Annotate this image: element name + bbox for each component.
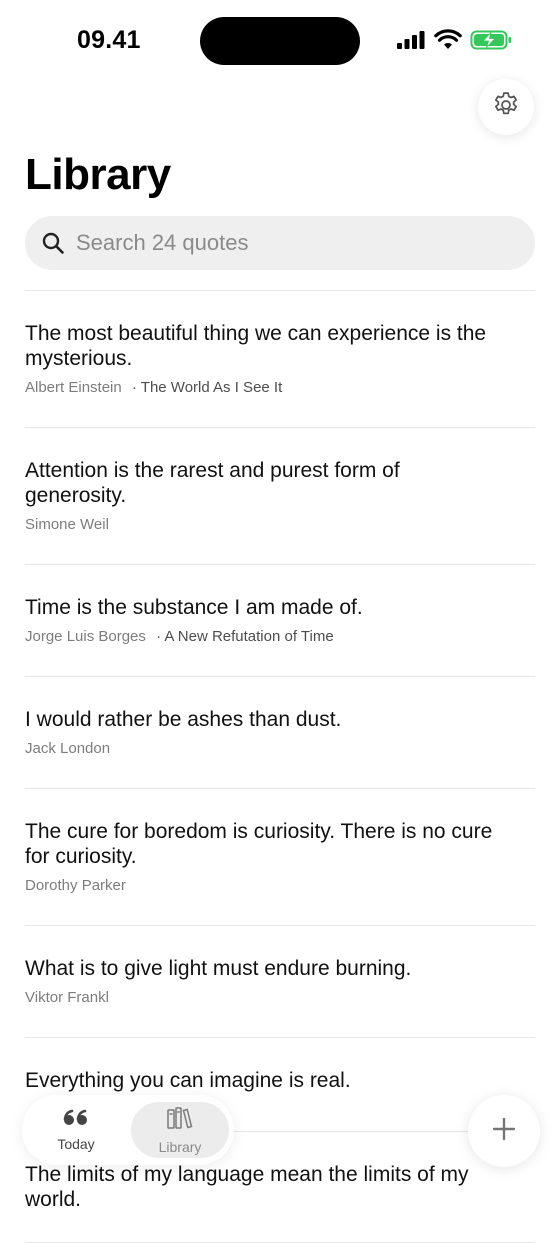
tab-today-label: Today bbox=[57, 1135, 95, 1152]
tab-library-label: Library bbox=[158, 1138, 202, 1155]
search-bar[interactable] bbox=[25, 216, 535, 270]
quote-meta: Albert Einstein The World As I See It bbox=[25, 379, 535, 397]
quote-author: Jack London bbox=[25, 740, 111, 757]
quote-list-item[interactable]: Attention is the rarest and purest form … bbox=[25, 428, 535, 565]
quote-author: Jorge Luis Borges bbox=[25, 628, 146, 645]
plus-icon bbox=[491, 1116, 517, 1147]
quote-text: Time is the substance I am made of. bbox=[25, 596, 363, 619]
page-title: Library bbox=[25, 150, 171, 199]
quote-author: Albert Einstein bbox=[25, 379, 122, 396]
quote-source: A New Refutation of Time bbox=[156, 628, 334, 645]
quote-list-item[interactable]: Time is the substance I am made of. Jorg… bbox=[25, 565, 535, 677]
quote-text: Attention is the rarest and purest form … bbox=[25, 459, 400, 507]
quote-author: Dorothy Parker bbox=[25, 877, 126, 894]
wifi-icon bbox=[434, 29, 462, 56]
cellular-signal-icon bbox=[396, 30, 426, 55]
quote-meta: Simone Weil bbox=[25, 516, 535, 534]
quote-meta: Viktor Frankl bbox=[25, 989, 535, 1007]
settings-button[interactable] bbox=[478, 79, 534, 135]
quote-list-item[interactable]: The cure for boredom is curiosity. There… bbox=[25, 789, 535, 926]
quote-list-item[interactable]: I would rather be ashes than dust. Jack … bbox=[25, 677, 535, 789]
tab-today[interactable]: Today bbox=[28, 1102, 124, 1158]
add-quote-button[interactable] bbox=[468, 1095, 540, 1167]
quote-meta: Jack London bbox=[25, 740, 535, 758]
quote-list-item[interactable]: The most beautiful thing we can experien… bbox=[25, 291, 535, 428]
status-icons bbox=[396, 29, 512, 56]
tab-library[interactable]: Library bbox=[131, 1102, 229, 1158]
quote-author: Simone Weil bbox=[25, 516, 109, 533]
quote-meta: Jorge Luis Borges A New Refutation of Ti… bbox=[25, 628, 535, 646]
quote-text: What is to give light must endure burnin… bbox=[25, 957, 412, 980]
quote-source: The World As I See It bbox=[132, 379, 282, 396]
quote-author: Viktor Frankl bbox=[25, 989, 109, 1006]
quote-text: Everything you can imagine is real. bbox=[25, 1069, 351, 1092]
search-icon bbox=[41, 231, 65, 255]
quote-text: I would rather be ashes than dust. bbox=[25, 708, 342, 731]
quote-list-item[interactable]: What is to give light must endure burnin… bbox=[25, 926, 535, 1038]
search-input[interactable] bbox=[76, 230, 516, 256]
books-icon bbox=[166, 1106, 194, 1135]
quote-meta: Dorothy Parker bbox=[25, 877, 535, 895]
quote-text: The most beautiful thing we can experien… bbox=[25, 322, 487, 370]
tab-bar: Today Library bbox=[22, 1095, 234, 1165]
quote-text: The cure for boredom is curiosity. There… bbox=[25, 820, 493, 868]
quote-text: The limits of my language mean the limit… bbox=[25, 1163, 469, 1211]
dynamic-island bbox=[200, 17, 360, 65]
status-time: 09.41 bbox=[77, 26, 141, 54]
gear-icon bbox=[491, 90, 521, 125]
quote-marks-icon bbox=[62, 1109, 90, 1132]
battery-charging-icon bbox=[470, 29, 512, 56]
